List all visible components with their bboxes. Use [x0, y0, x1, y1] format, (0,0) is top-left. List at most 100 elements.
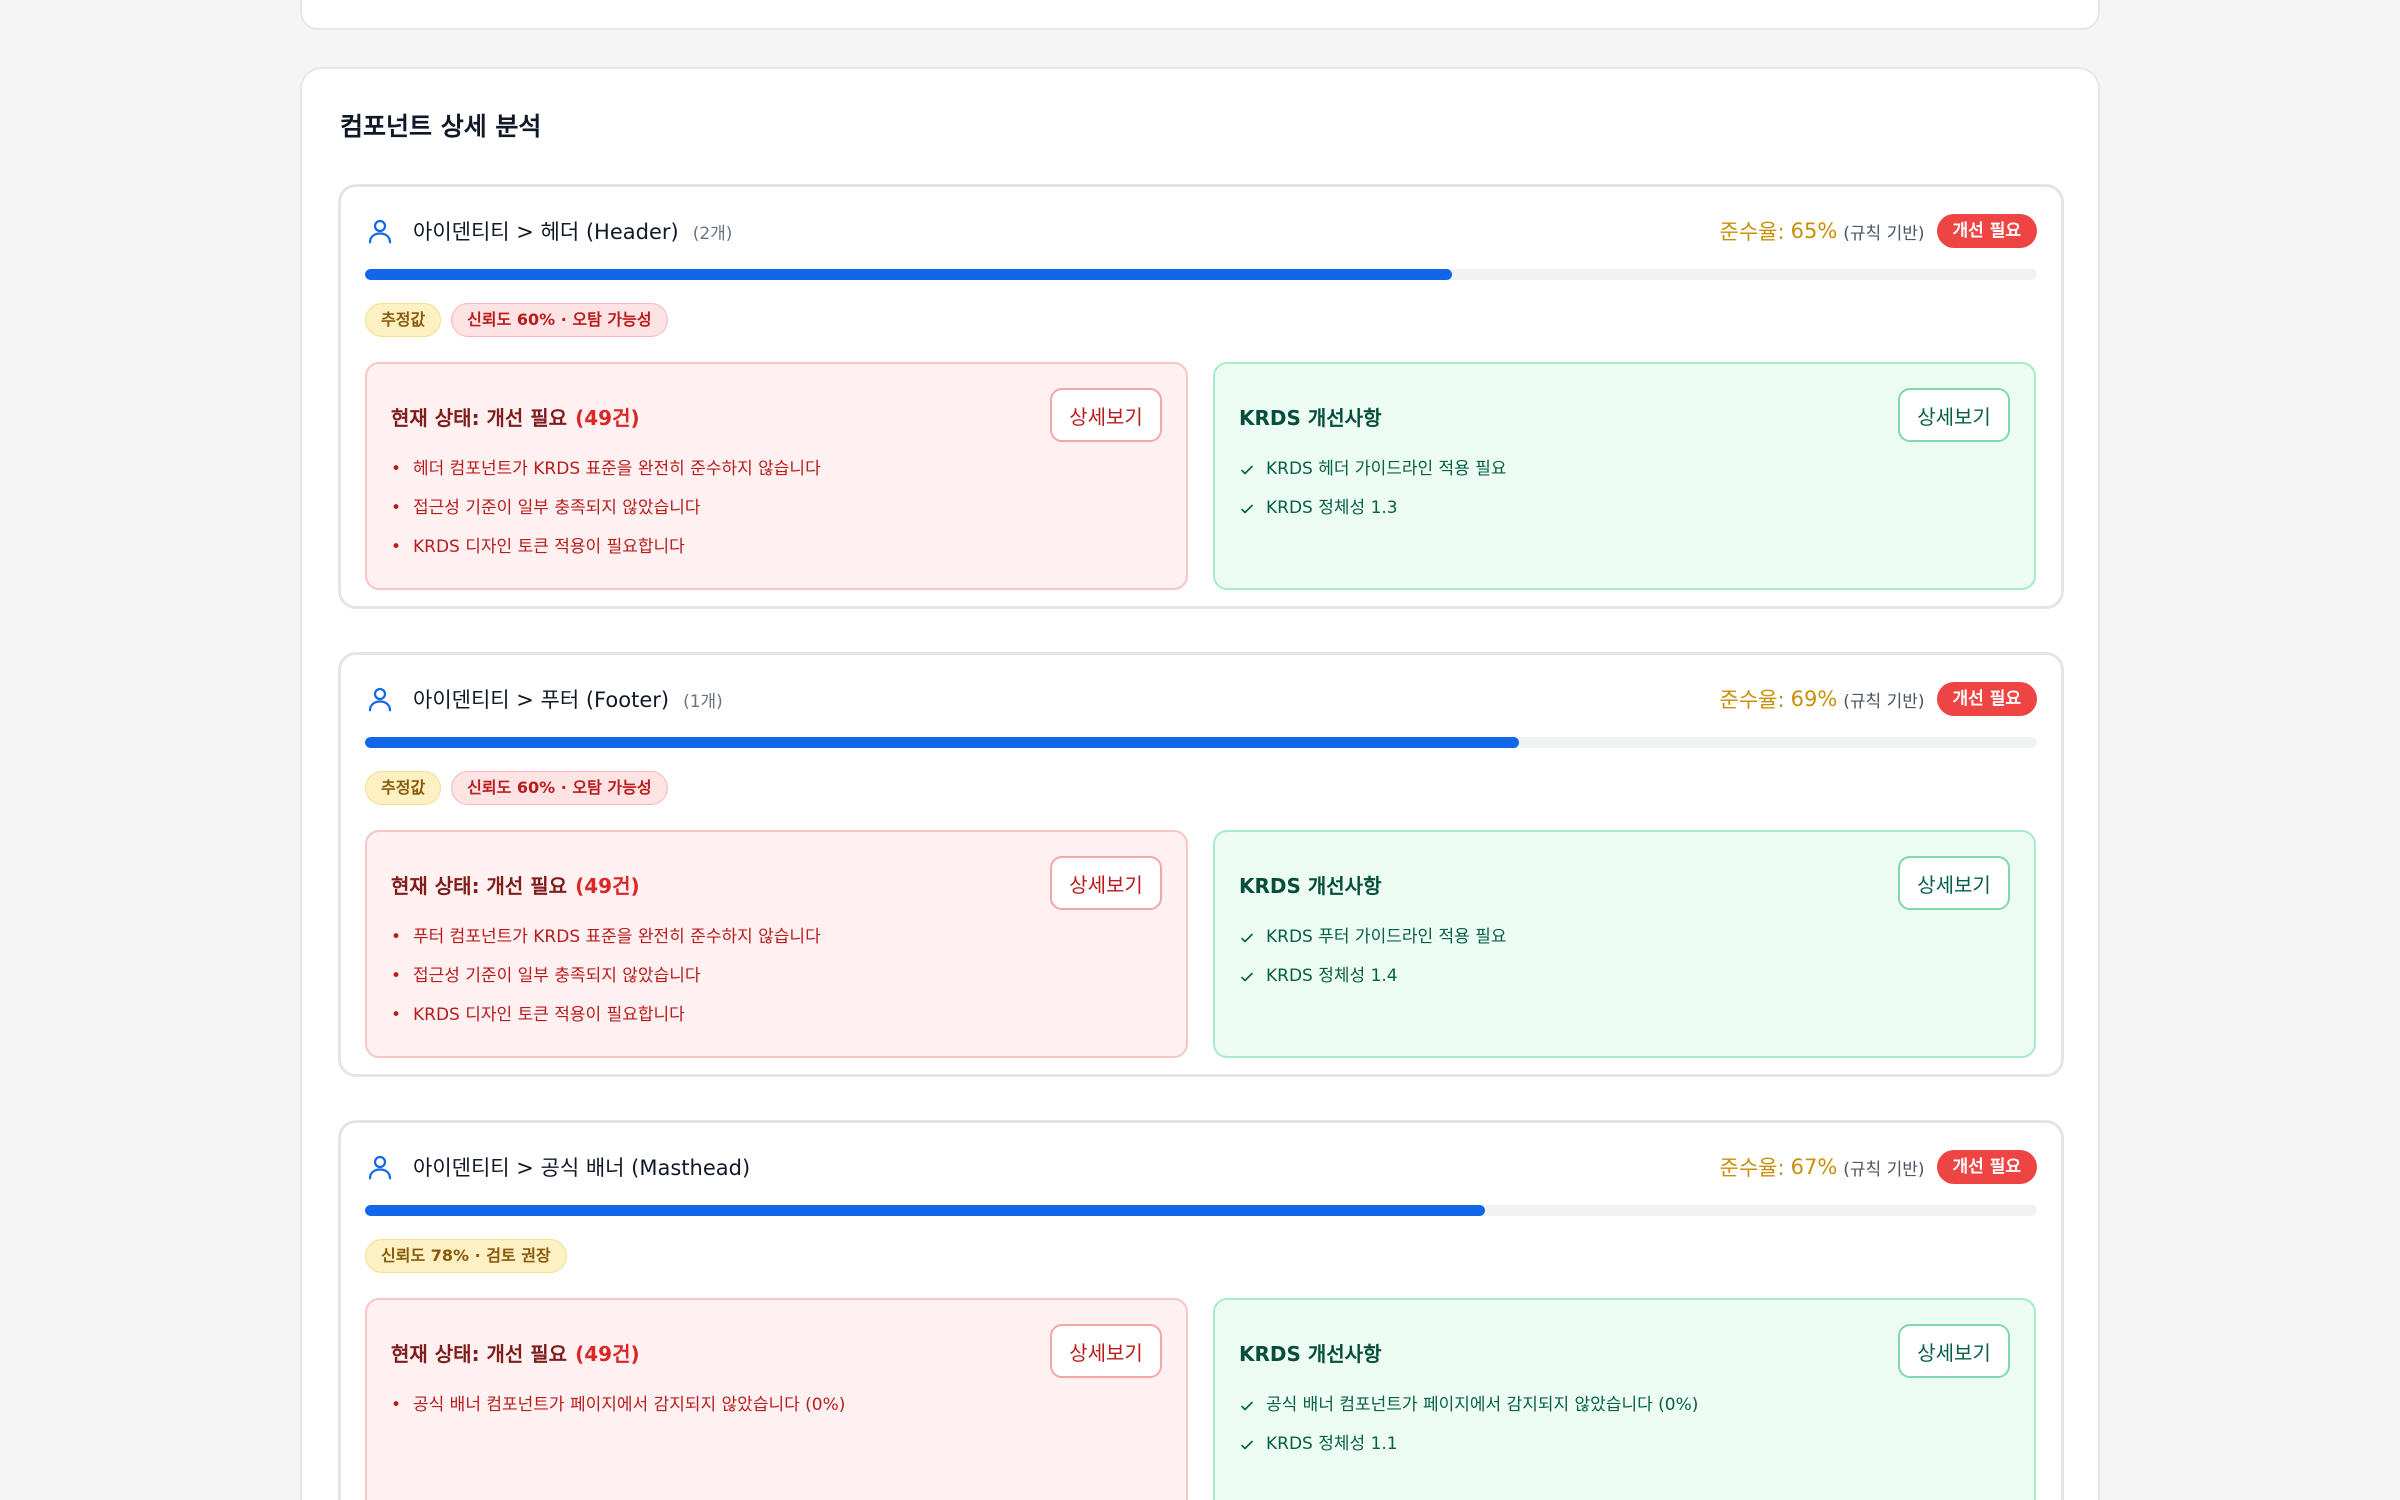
current-status-title: 현재 상태: 개선 필요 (49건) [391, 1338, 640, 1367]
improvement-text: KRDS 푸터 가이드라인 적용 필요 [1266, 927, 1507, 947]
current-status-panel: 현재 상태: 개선 필요 (49건) 상세보기 • 공식 배너 컴포넌트가 페이지에… [365, 1298, 1188, 1500]
improvement-item: 공식 배너 컴포넌트가 페이지에서 감지되지 않았습니다 (0%) [1239, 1394, 1698, 1433]
confidence-tag: 추정값 [365, 303, 442, 337]
compliance-rate-label: 준수율: [1719, 688, 1785, 712]
compliance-rate-basis: (규칙 기반) [1843, 1159, 1925, 1180]
issue-text: 접근성 기준이 일부 충족되지 않았습니다 [413, 966, 701, 986]
component-card: 아이덴티티 > 헤더 (Header) (2개) 준수율: 65% (규칙 기반… [338, 184, 2064, 609]
compliance-progress-fill [365, 1205, 1486, 1216]
check-icon [1239, 497, 1266, 517]
improvement-item: KRDS 정체성 1.1 [1239, 1433, 1698, 1472]
improvement-text: KRDS 헤더 가이드라인 적용 필요 [1266, 459, 1507, 479]
issue-item: • 접근성 기준이 일부 충족되지 않았습니다 [391, 965, 821, 1004]
current-status-panel: 현재 상태: 개선 필요 (49건) 상세보기 • 푸터 컴포넌트가 KRDS 표준… [365, 830, 1188, 1058]
improvement-title: KRDS 개선사항 [1239, 874, 1382, 898]
issue-list: • 푸터 컴포넌트가 KRDS 표준을 완전히 준수하지 않습니다 • 접근성 기준이… [391, 926, 821, 1043]
issue-text: KRDS 디자인 토큰 적용이 필요합니다 [413, 537, 685, 557]
issue-item: • 공식 배너 컴포넌트가 페이지에서 감지되지 않았습니다 (0%) [391, 1394, 845, 1433]
compliance-progress-bar [365, 737, 2037, 748]
issue-count: (49건) [575, 406, 640, 430]
section-title: 컴포넌트 상세 분석 [340, 112, 542, 141]
check-icon [1239, 926, 1266, 946]
current-status-detail-button[interactable]: 상세보기 [1050, 1324, 1162, 1378]
current-status-label: 현재 상태: 개선 필요 [391, 406, 568, 430]
issue-count: (49건) [575, 1342, 640, 1366]
current-status-label: 현재 상태: 개선 필요 [391, 874, 568, 898]
issue-text: 접근성 기준이 일부 충족되지 않았습니다 [413, 498, 701, 518]
improvement-text: KRDS 정체성 1.3 [1266, 498, 1398, 518]
improvement-title: KRDS 개선사항 [1239, 1342, 1382, 1366]
component-name: 아이덴티티 > 공식 배너 (Masthead) [413, 1156, 751, 1180]
improvement-item: KRDS 정체성 1.3 [1239, 497, 1507, 536]
component-name: 아이덴티티 > 푸터 (Footer) [413, 688, 670, 712]
user-icon [365, 1152, 395, 1182]
issue-text: KRDS 디자인 토큰 적용이 필요합니다 [413, 1005, 685, 1025]
previous-card [300, 0, 2100, 30]
bullet-icon: • [391, 1005, 402, 1025]
confidence-tag: 신뢰도 60% · 오탐 가능성 [451, 303, 668, 337]
issue-item: • KRDS 디자인 토큰 적용이 필요합니다 [391, 536, 821, 575]
bullet-icon: • [391, 537, 402, 557]
component-card: 아이덴티티 > 푸터 (Footer) (1개) 준수율: 69% (규칙 기반… [338, 652, 2064, 1077]
improvement-text: KRDS 정체성 1.1 [1266, 1434, 1398, 1454]
improvement-item: KRDS 푸터 가이드라인 적용 필요 [1239, 926, 1507, 965]
issue-list: • 헤더 컴포넌트가 KRDS 표준을 완전히 준수하지 않습니다 • 접근성 기준이… [391, 458, 821, 575]
tag-row: 추정값 신뢰도 60% · 오탐 가능성 [365, 771, 668, 805]
improvement-list: KRDS 푸터 가이드라인 적용 필요 KRDS 정체성 1.4 [1239, 926, 1507, 1004]
check-icon [1239, 458, 1266, 478]
check-icon [1239, 1394, 1266, 1414]
issue-text: 공식 배너 컴포넌트가 페이지에서 감지되지 않았습니다 (0%) [413, 1395, 846, 1415]
improvement-detail-button[interactable]: 상세보기 [1898, 1324, 2010, 1378]
issue-text: 헤더 컴포넌트가 KRDS 표준을 완전히 준수하지 않습니다 [413, 459, 821, 479]
bullet-icon: • [391, 966, 402, 986]
confidence-tag: 신뢰도 78% · 검토 권장 [365, 1239, 567, 1273]
status-badge: 개선 필요 [1936, 1150, 2037, 1184]
improvement-detail-button[interactable]: 상세보기 [1898, 388, 2010, 442]
bullet-icon: • [391, 1395, 402, 1415]
current-status-label: 현재 상태: 개선 필요 [391, 1342, 568, 1366]
current-status-detail-button[interactable]: 상세보기 [1050, 388, 1162, 442]
component-header: 아이덴티티 > 푸터 (Footer) (1개) 준수율: 69% (규칙 기반… [365, 677, 2037, 721]
component-name: 아이덴티티 > 헤더 (Header) [413, 220, 679, 244]
krds-improvement-panel: KRDS 개선사항 상세보기 KRDS 푸터 가이드라인 적용 필요 KRDS 정… [1213, 830, 2036, 1058]
component-count: (1개) [683, 691, 723, 712]
improvement-list: 공식 배너 컴포넌트가 페이지에서 감지되지 않았습니다 (0%) KRDS 정체… [1239, 1394, 1698, 1472]
improvement-text: KRDS 정체성 1.4 [1266, 966, 1398, 986]
improvement-detail-button[interactable]: 상세보기 [1898, 856, 2010, 910]
status-badge: 개선 필요 [1936, 214, 2037, 248]
check-icon [1239, 1433, 1266, 1453]
current-status-title: 현재 상태: 개선 필요 (49건) [391, 870, 640, 899]
compliance-rate-value: 65% [1790, 219, 1838, 243]
krds-improvement-panel: KRDS 개선사항 상세보기 KRDS 헤더 가이드라인 적용 필요 KRDS 정… [1213, 362, 2036, 590]
compliance-progress-bar [365, 1205, 2037, 1216]
component-count: (2개) [692, 223, 733, 244]
current-status-detail-button[interactable]: 상세보기 [1050, 856, 1162, 910]
issue-count: (49건) [575, 874, 640, 898]
tag-row: 추정값 신뢰도 60% · 오탐 가능성 [365, 303, 668, 337]
issue-item: • 헤더 컴포넌트가 KRDS 표준을 완전히 준수하지 않습니다 [391, 458, 821, 497]
krds-improvement-panel: KRDS 개선사항 상세보기 공식 배너 컴포넌트가 페이지에서 감지되지 않았… [1213, 1298, 2036, 1500]
bullet-icon: • [391, 927, 402, 947]
component-header: 아이덴티티 > 공식 배너 (Masthead) 준수율: 67% (규칙 기반… [365, 1145, 2037, 1189]
compliance-rate-basis: (규칙 기반) [1843, 223, 1925, 244]
improvement-item: KRDS 헤더 가이드라인 적용 필요 [1239, 458, 1507, 497]
check-icon [1239, 965, 1266, 985]
compliance-rate-label: 준수율: [1719, 220, 1785, 244]
user-icon [365, 684, 395, 714]
compliance-rate-value: 67% [1790, 1155, 1838, 1179]
improvement-text: 공식 배너 컴포넌트가 페이지에서 감지되지 않았습니다 (0%) [1266, 1395, 1699, 1415]
compliance-rate-basis: (규칙 기반) [1843, 691, 1925, 712]
component-card: 아이덴티티 > 공식 배너 (Masthead) 준수율: 67% (규칙 기반… [338, 1120, 2064, 1500]
issue-text: 푸터 컴포넌트가 KRDS 표준을 완전히 준수하지 않습니다 [413, 927, 821, 947]
bullet-icon: • [391, 459, 402, 479]
tag-row: 신뢰도 78% · 검토 권장 [365, 1239, 567, 1273]
improvement-list: KRDS 헤더 가이드라인 적용 필요 KRDS 정체성 1.3 [1239, 458, 1507, 536]
compliance-progress-fill [365, 269, 1452, 280]
component-header: 아이덴티티 > 헤더 (Header) (2개) 준수율: 65% (규칙 기반… [365, 209, 2037, 253]
compliance-rate-label: 준수율: [1719, 1156, 1785, 1180]
issue-item: • KRDS 디자인 토큰 적용이 필요합니다 [391, 1004, 821, 1043]
compliance-rate-value: 69% [1790, 687, 1838, 711]
user-icon [365, 216, 395, 246]
current-status-title: 현재 상태: 개선 필요 (49건) [391, 402, 640, 431]
component-analysis-section: 컴포넌트 상세 분석 아이덴티티 > 헤더 (Header) (2개) 준수율:… [300, 67, 2100, 1500]
